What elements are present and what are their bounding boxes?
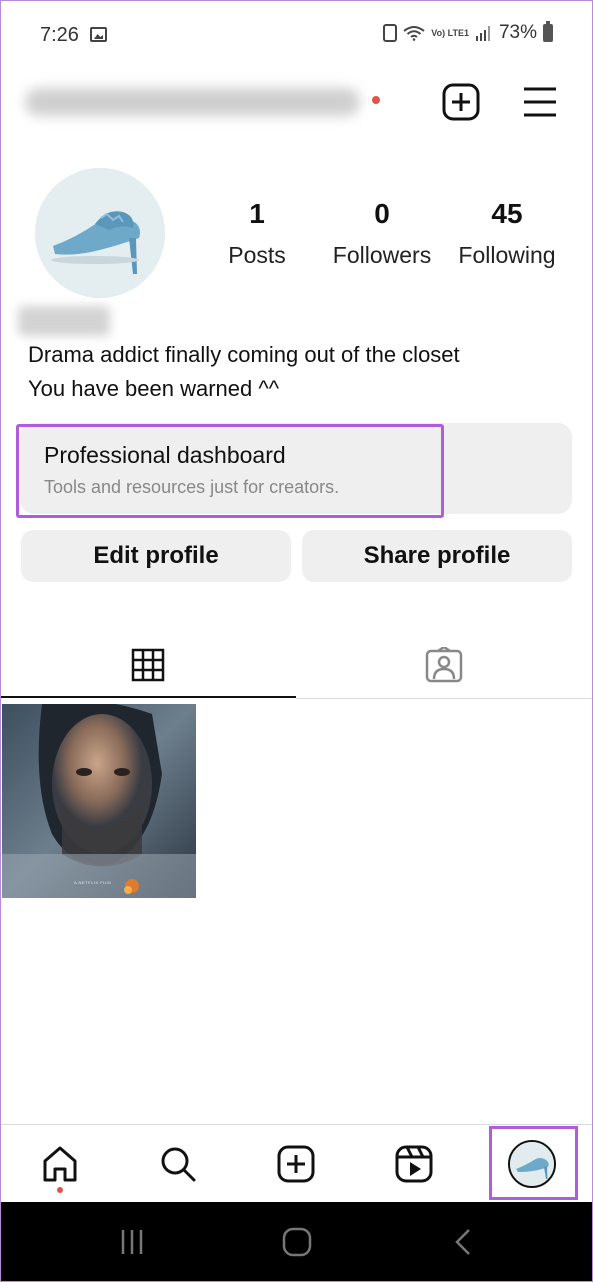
hamburger-menu-icon	[524, 87, 556, 117]
new-post-button[interactable]	[439, 80, 483, 124]
dashboard-highlight-box	[16, 424, 444, 518]
tagged-person-icon	[425, 647, 463, 683]
followers-stat[interactable]: 0 Followers	[317, 198, 447, 269]
recent-apps-icon	[121, 1230, 143, 1254]
posts-stat[interactable]: 1 Posts	[192, 198, 322, 269]
following-stat[interactable]: 45 Following	[442, 198, 572, 269]
tab-tagged[interactable]	[296, 632, 592, 698]
system-back-button[interactable]	[443, 1224, 483, 1260]
bio-line: Drama addict finally coming out of the c…	[28, 342, 460, 367]
search-icon	[161, 1147, 196, 1182]
movie-poster-image	[2, 704, 196, 898]
posts-count: 1	[249, 198, 265, 229]
home-icon	[43, 1146, 77, 1182]
gallery-notification-icon	[90, 27, 107, 42]
battery-icon	[543, 21, 553, 42]
home-circle-icon	[282, 1227, 312, 1257]
notification-dot	[372, 96, 380, 104]
grid-icon	[131, 648, 165, 682]
followers-label: Followers	[332, 242, 432, 268]
display-name-redacted	[18, 306, 110, 336]
create-icon	[277, 1145, 315, 1183]
edit-profile-button[interactable]: Edit profile	[21, 530, 291, 582]
following-label: Following	[458, 242, 556, 268]
nav-home[interactable]	[35, 1139, 85, 1189]
poster-caption: A NETFLIX FILM	[74, 880, 112, 885]
android-system-bar	[0, 1202, 593, 1282]
post-thumbnail[interactable]: A NETFLIX FILM	[2, 704, 196, 898]
profile-highlight-box	[489, 1126, 578, 1200]
home-notification-dot	[57, 1187, 63, 1193]
status-indicators: Vo) LTE1 73%	[383, 21, 553, 44]
blue-heel-image	[35, 168, 165, 298]
tab-divider	[296, 698, 593, 699]
bio-line: You have been warned ^^	[28, 376, 280, 401]
username-redacted[interactable]	[25, 88, 360, 116]
followers-count: 0	[374, 198, 390, 229]
data-saver-icon	[383, 24, 398, 42]
tab-posts-grid[interactable]	[0, 632, 296, 698]
menu-button[interactable]	[518, 80, 562, 124]
system-home-button[interactable]	[277, 1224, 317, 1260]
status-time: 7:26	[40, 24, 79, 46]
nav-create[interactable]	[271, 1139, 321, 1189]
active-tab-indicator	[0, 696, 296, 698]
profile-header	[0, 70, 593, 140]
volte-label: Vo) LTE1	[431, 27, 469, 38]
share-profile-button[interactable]: Share profile	[302, 530, 572, 582]
nav-search[interactable]	[153, 1139, 203, 1189]
nav-reels[interactable]	[389, 1139, 439, 1189]
reels-icon	[395, 1145, 433, 1183]
back-chevron-icon	[455, 1229, 470, 1255]
wifi-icon	[403, 26, 425, 41]
recent-apps-button[interactable]	[112, 1224, 152, 1260]
battery-percent: 73%	[498, 22, 537, 43]
posts-label: Posts	[228, 242, 286, 268]
plus-square-icon	[442, 83, 480, 121]
profile-bio: Drama addict finally coming out of the c…	[28, 338, 460, 406]
following-count: 45	[491, 198, 523, 229]
signal-icon	[475, 26, 490, 41]
profile-avatar[interactable]	[35, 168, 165, 298]
status-bar: 7:26 Vo) LTE1 73%	[0, 0, 593, 70]
